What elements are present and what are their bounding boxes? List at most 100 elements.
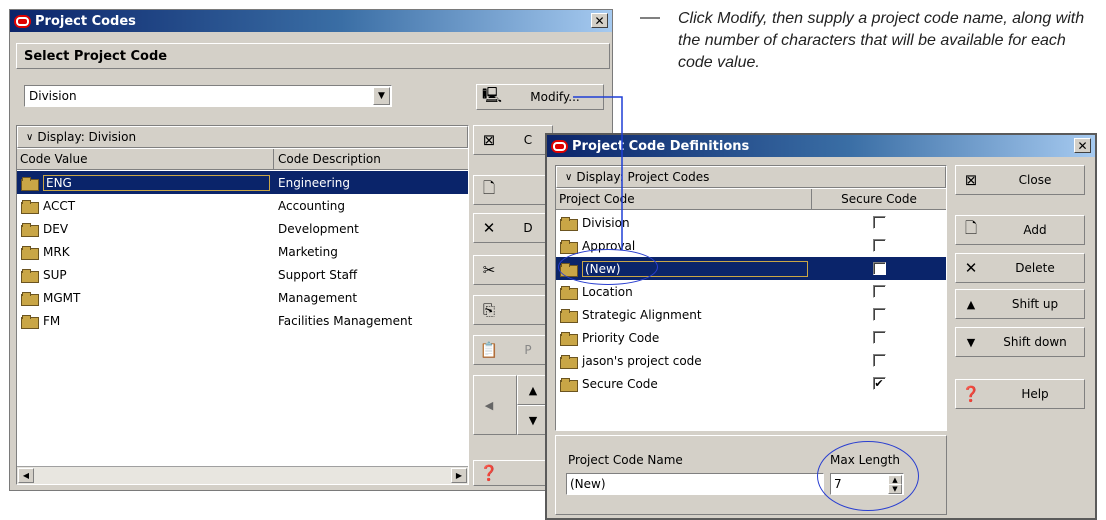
scroll-right-icon[interactable]: ▶	[451, 468, 467, 483]
select-value: Division	[29, 89, 77, 103]
project-codes-window: Project Codes ✕ Select Project Code Divi…	[9, 9, 613, 491]
col-header-project-code[interactable]: Project Code	[556, 189, 812, 209]
folder-icon	[21, 314, 39, 329]
project-codes-grid: ∨ Display: Project Codes Project Code Se…	[555, 165, 947, 431]
help-icon: ❓	[479, 464, 499, 482]
chevron-down-icon: ∨	[26, 131, 34, 143]
table-row[interactable]: Priority Code	[556, 326, 946, 349]
folder-icon	[560, 331, 578, 346]
secure-checkbox[interactable]	[872, 216, 886, 229]
folder-icon	[21, 222, 39, 237]
secure-checkbox[interactable]	[872, 308, 886, 321]
oracle-logo-icon	[14, 14, 31, 28]
chevron-down-icon: ∨	[565, 171, 573, 183]
table-row[interactable]: jason's project code	[556, 349, 946, 372]
table-row[interactable]: FM Facilities Management	[17, 309, 468, 332]
display-bar[interactable]: ∨ Display: Project Codes	[556, 166, 946, 188]
shift-down-button[interactable]: ▼ Shift down	[955, 327, 1085, 357]
delete-icon: ✕	[482, 219, 496, 237]
close-button[interactable]: ⊠ C	[473, 125, 553, 155]
secure-checkbox[interactable]	[872, 262, 886, 275]
cut-button[interactable]: ✂	[473, 255, 553, 285]
folder-icon	[560, 285, 578, 300]
table-row[interactable]: Strategic Alignment	[556, 303, 946, 326]
move-left-button[interactable]: ◀	[473, 375, 517, 435]
table-row[interactable]: SUP Support Staff	[17, 263, 468, 286]
arrow-down-icon: ▼	[966, 335, 976, 349]
close-window-button[interactable]: ✕	[591, 13, 608, 28]
new-row-highlight	[558, 249, 658, 285]
delete-button[interactable]: ✕ Delete	[955, 253, 1085, 283]
add-icon: 🗋	[482, 178, 496, 197]
table-row[interactable]: Secure Code ✔	[556, 372, 946, 395]
close-window-button[interactable]: ✕	[1074, 138, 1091, 153]
add-button[interactable]: 🗋 Add	[955, 215, 1085, 245]
secure-checkbox-checked[interactable]: ✔	[872, 377, 886, 390]
folder-icon	[21, 245, 39, 260]
name-label: Project Code Name	[568, 453, 683, 467]
modify-button[interactable]: 🖳 Modify...	[476, 84, 604, 110]
definitions-titlebar[interactable]: Project Code Definitions ✕	[547, 135, 1095, 157]
table-row[interactable]: Division	[556, 211, 946, 234]
col-header-code-value[interactable]: Code Value	[17, 149, 274, 169]
paste-button[interactable]: 📋 P	[473, 335, 553, 365]
folder-icon	[560, 354, 578, 369]
col-header-secure-code[interactable]: Secure Code	[812, 189, 946, 209]
folder-icon	[560, 377, 578, 392]
chevron-down-icon[interactable]: ▼	[373, 87, 390, 105]
help-button[interactable]: ❓ Help	[955, 379, 1085, 409]
close-icon: ⊠	[964, 171, 978, 189]
project-codes-titlebar[interactable]: Project Codes ✕	[10, 10, 612, 32]
secure-checkbox[interactable]	[872, 285, 886, 298]
add-button[interactable]: 🗋	[473, 175, 553, 205]
arrow-up-icon: ▲	[528, 383, 538, 397]
horizontal-scrollbar[interactable]: ◀ ▶	[17, 466, 468, 484]
display-bar[interactable]: ∨ Display: Division	[17, 126, 468, 148]
folder-icon	[21, 176, 39, 191]
delete-icon: ✕	[964, 259, 978, 277]
table-row[interactable]: ENG Engineering	[17, 171, 468, 194]
table-row[interactable]: MGMT Management	[17, 286, 468, 309]
close-icon: ⊠	[482, 131, 496, 149]
scroll-left-icon[interactable]: ◀	[18, 468, 34, 483]
delete-button[interactable]: ✕ D	[473, 213, 553, 243]
window-title: Project Codes	[35, 13, 136, 29]
help-icon: ❓	[961, 385, 981, 403]
copy-icon: ⎘	[482, 301, 495, 319]
close-button[interactable]: ⊠ Close	[955, 165, 1085, 195]
section-header: Select Project Code	[16, 43, 610, 69]
annotation-text: Click Modify, then supply a project code…	[678, 10, 1085, 71]
folder-icon	[560, 308, 578, 323]
secure-checkbox[interactable]	[872, 354, 886, 367]
folder-icon	[21, 199, 39, 214]
help-button[interactable]: ❓	[473, 460, 553, 486]
code-values-grid: ∨ Display: Division Code Value Code Desc…	[16, 125, 469, 485]
folder-icon	[21, 291, 39, 306]
add-icon: 🗋	[964, 218, 978, 237]
side-toolbar: ⊠ C 🗋 ✕ D ✂ ⎘ 📋 P ◀ ▲ ▼ ❓	[473, 125, 553, 486]
shift-up-button[interactable]: ▲ Shift up	[955, 289, 1085, 319]
modify-icon: 🖳	[481, 85, 502, 104]
max-length-highlight	[817, 441, 919, 511]
oracle-logo-icon	[551, 139, 568, 153]
folder-icon	[560, 216, 578, 231]
project-code-name-input[interactable]: (New)	[566, 473, 824, 495]
folder-icon	[560, 239, 578, 254]
arrow-down-icon: ▼	[528, 413, 538, 427]
project-code-select[interactable]: Division ▼	[24, 85, 392, 107]
column-header-row: Code Value Code Description	[17, 149, 468, 170]
table-row[interactable]: DEV Development	[17, 217, 468, 240]
arrow-left-icon: ◀	[484, 398, 494, 412]
secure-checkbox[interactable]	[872, 239, 886, 252]
paste-icon: 📋	[479, 341, 499, 359]
folder-icon	[21, 268, 39, 283]
col-header-code-desc[interactable]: Code Description	[274, 149, 468, 169]
column-header-row: Project Code Secure Code	[556, 189, 946, 210]
table-row[interactable]: MRK Marketing	[17, 240, 468, 263]
copy-button[interactable]: ⎘	[473, 295, 553, 325]
window-title: Project Code Definitions	[572, 138, 750, 154]
table-row[interactable]: ACCT Accounting	[17, 194, 468, 217]
secure-checkbox[interactable]	[872, 331, 886, 344]
scissors-icon: ✂	[482, 261, 496, 279]
arrow-up-icon: ▲	[966, 297, 976, 311]
